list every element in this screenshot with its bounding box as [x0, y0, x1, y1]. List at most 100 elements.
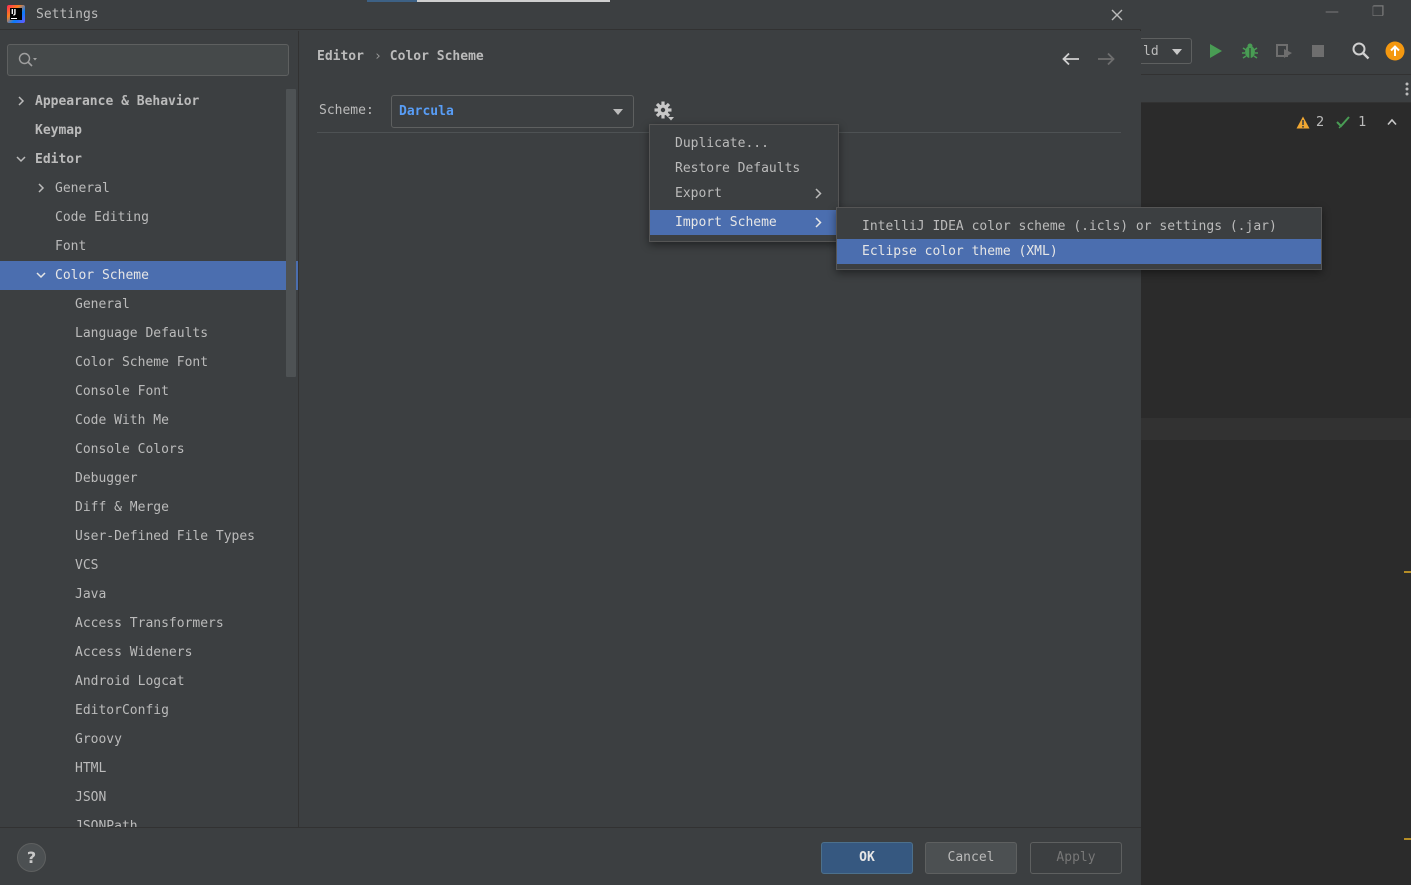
tree-item-label: HTML	[75, 761, 107, 776]
tree-item-debugger[interactable]: Debugger	[0, 464, 298, 493]
tree-item-label: Appearance & Behavior	[35, 94, 200, 109]
tree-item-console-colors[interactable]: Console Colors	[0, 435, 298, 464]
tree-item-console-font[interactable]: Console Font	[0, 377, 298, 406]
coverage-icon[interactable]	[1273, 40, 1295, 62]
tree-item-editorconfig[interactable]: EditorConfig	[0, 696, 298, 725]
debug-icon[interactable]	[1239, 40, 1261, 62]
menu-item-eclipse-color-theme-xml[interactable]: Eclipse color theme (XML)	[837, 239, 1321, 264]
tree-item-general[interactable]: General	[0, 290, 298, 319]
current-line-highlight	[1141, 418, 1411, 440]
menu-item-label: Restore Defaults	[675, 161, 801, 176]
tree-item-font[interactable]: Font	[0, 232, 298, 261]
menu-item-export[interactable]: Export	[650, 181, 838, 206]
search-text-field[interactable]	[44, 51, 280, 69]
update-badge-icon[interactable]	[1384, 40, 1406, 62]
menu-item-restore-defaults[interactable]: Restore Defaults	[650, 156, 838, 181]
help-button[interactable]: ?	[17, 843, 46, 872]
intellij-idea-logo-icon: IJ	[7, 5, 25, 23]
warning-icon	[1296, 116, 1310, 128]
chevron-right-icon[interactable]	[36, 183, 46, 193]
tree-item-label: Code With Me	[75, 413, 169, 428]
settings-search-input[interactable]	[7, 44, 289, 76]
inspection-widget[interactable]: 2 1	[1296, 112, 1411, 132]
minimize-icon[interactable]: —	[1321, 4, 1343, 24]
tree-item-color-scheme[interactable]: Color Scheme	[0, 261, 298, 290]
settings-tree[interactable]: Appearance & Behavior Keymap Editor General…	[0, 87, 298, 827]
chevron-down-icon	[1172, 49, 1182, 55]
tree-item-label: Groovy	[75, 732, 122, 747]
cancel-button[interactable]: Cancel	[925, 842, 1017, 874]
scheme-label: Scheme:	[319, 103, 374, 118]
scheme-actions-menu: Duplicate... Restore Defaults Export Import…	[649, 124, 839, 242]
tree-item-user-defined-file-types[interactable]: User-Defined File Types	[0, 522, 298, 551]
forward-button[interactable]	[1095, 49, 1117, 69]
title-accent	[367, 0, 417, 2]
scheme-dropdown[interactable]: Darcula	[391, 95, 634, 128]
tree-item-label: Language Defaults	[75, 326, 209, 341]
warning-stripe-marker[interactable]	[1404, 838, 1411, 840]
warning-stripe-marker[interactable]	[1404, 571, 1411, 573]
search-icon[interactable]	[18, 52, 40, 68]
tree-item-json[interactable]: JSON	[0, 783, 298, 812]
chevron-down-icon	[613, 109, 623, 115]
check-icon	[1336, 116, 1351, 129]
apply-button[interactable]: Apply	[1030, 842, 1122, 874]
close-icon	[1111, 9, 1123, 21]
tree-item-general[interactable]: General	[0, 174, 298, 203]
tree-item-access-transformers[interactable]: Access Transformers	[0, 609, 298, 638]
ide-tab-strip	[1141, 74, 1411, 103]
arrow-right-icon	[1098, 52, 1115, 66]
sidebar-scrollbar[interactable]	[286, 89, 296, 377]
run-configuration-label: ld	[1143, 44, 1159, 59]
previous-highlight-icon[interactable]	[1386, 118, 1397, 126]
tree-item-editor[interactable]: Editor	[0, 145, 298, 174]
menu-item-duplicate[interactable]: Duplicate...	[650, 131, 838, 156]
tree-item-label: General	[75, 297, 130, 312]
chevron-down-icon[interactable]	[36, 270, 46, 280]
search-everywhere-icon[interactable]	[1350, 40, 1372, 62]
chevron-down-icon[interactable]	[16, 154, 26, 164]
menu-item-import-scheme[interactable]: Import Scheme	[650, 210, 838, 235]
tree-item-label: Debugger	[75, 471, 138, 486]
run-icon[interactable]	[1205, 40, 1227, 62]
close-button[interactable]	[1105, 3, 1129, 27]
tree-item-jsonpath[interactable]: JSONPath	[0, 812, 298, 827]
tree-item-label: General	[55, 181, 110, 196]
tree-item-android-logcat[interactable]: Android Logcat	[0, 667, 298, 696]
scheme-actions-button[interactable]	[653, 100, 679, 124]
back-button[interactable]	[1060, 49, 1082, 69]
tree-item-vcs[interactable]: VCS	[0, 551, 298, 580]
restore-window-icon[interactable]: ❐	[1367, 4, 1389, 24]
settings-dialog: IJ Settings Appearance & Behavior Keymap E…	[0, 0, 1141, 885]
chevron-right-icon[interactable]	[16, 96, 26, 106]
menu-item-intellij-idea-color-scheme-icls-or-settings-jar[interactable]: IntelliJ IDEA color scheme (.icls) or se…	[837, 214, 1321, 239]
dialog-titlebar[interactable]: IJ Settings	[0, 0, 1141, 30]
dialog-button-bar: ? OK Cancel Apply	[0, 827, 1141, 885]
tree-item-access-wideners[interactable]: Access Wideners	[0, 638, 298, 667]
breadcrumb-parent[interactable]: Editor	[317, 49, 364, 64]
tree-item-label: JSON	[75, 790, 107, 805]
ok-button[interactable]: OK	[821, 842, 913, 874]
tree-item-keymap[interactable]: Keymap	[0, 116, 298, 145]
tree-item-label: Color Scheme Font	[75, 355, 209, 370]
tree-item-java[interactable]: Java	[0, 580, 298, 609]
tree-item-code-editing[interactable]: Code Editing	[0, 203, 298, 232]
checks-count: 1	[1358, 114, 1367, 130]
tree-item-appearance-behavior[interactable]: Appearance & Behavior	[0, 87, 298, 116]
more-options-icon[interactable]	[1405, 81, 1409, 97]
tree-item-label: Access Wideners	[75, 645, 193, 660]
tree-item-label: Diff & Merge	[75, 500, 169, 515]
breadcrumb-current: Color Scheme	[389, 49, 484, 64]
tree-item-html[interactable]: HTML	[0, 754, 298, 783]
tree-item-label: Keymap	[35, 123, 82, 138]
import-scheme-submenu: IntelliJ IDEA color scheme (.icls) or se…	[836, 207, 1322, 270]
tree-item-language-defaults[interactable]: Language Defaults	[0, 319, 298, 348]
menu-item-label: Eclipse color theme (XML)	[862, 244, 1058, 259]
tree-item-color-scheme-font[interactable]: Color Scheme Font	[0, 348, 298, 377]
tree-item-diff-merge[interactable]: Diff & Merge	[0, 493, 298, 522]
tree-item-groovy[interactable]: Groovy	[0, 725, 298, 754]
stop-icon[interactable]	[1307, 40, 1329, 62]
tree-item-label: Editor	[35, 152, 82, 167]
tree-item-code-with-me[interactable]: Code With Me	[0, 406, 298, 435]
run-configuration-combo[interactable]: ld	[1141, 38, 1192, 64]
